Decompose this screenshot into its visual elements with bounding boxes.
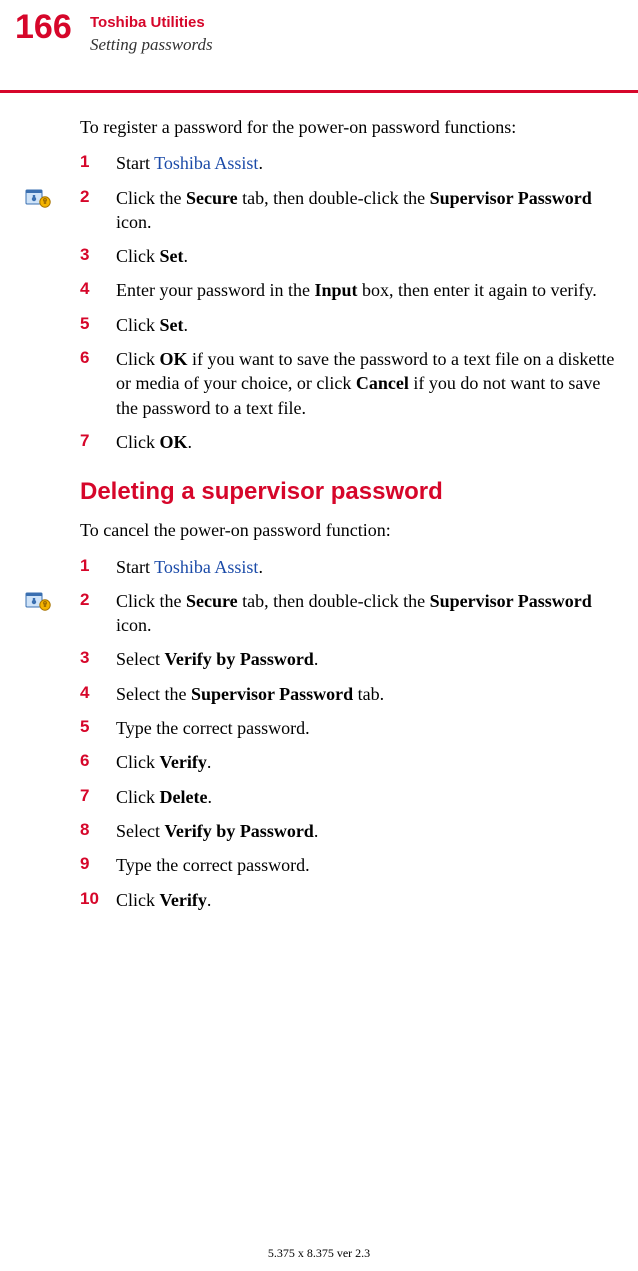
step-number: 6 xyxy=(80,750,116,774)
step-number: 2 xyxy=(80,589,116,638)
register-step-6: 6Click OK if you want to save the passwo… xyxy=(80,347,618,420)
header-rule xyxy=(0,90,638,93)
step-number: 7 xyxy=(80,430,116,454)
step-number: 5 xyxy=(80,716,116,740)
step-text: Start Toshiba Assist. xyxy=(116,555,618,579)
page-number: 166 xyxy=(15,8,72,47)
step-number: 1 xyxy=(80,151,116,175)
delete-step-10: 10Click Verify. xyxy=(80,888,618,912)
step-number: 10 xyxy=(80,888,116,912)
page-content: To register a password for the power-on … xyxy=(0,115,638,912)
step-text: Start Toshiba Assist. xyxy=(116,151,618,175)
page-header: 166 Toshiba Utilities Setting passwords xyxy=(0,0,638,85)
section-heading: Deleting a supervisor password xyxy=(80,478,618,506)
delete-step-6: 6Click Verify. xyxy=(80,750,618,774)
step-text: Click OK if you want to save the passwor… xyxy=(116,347,618,420)
step-text: Click Verify. xyxy=(116,750,618,774)
register-step-3: 3Click Set. xyxy=(80,244,618,268)
step-text: Click Delete. xyxy=(116,785,618,809)
intro2-text: To cancel the power-on password function… xyxy=(80,518,618,542)
supervisor-password-icon xyxy=(25,591,53,611)
intro-text: To register a password for the power-on … xyxy=(80,115,618,139)
step-number: 7 xyxy=(80,785,116,809)
step-number: 2 xyxy=(80,186,116,235)
delete-step-5: 5Type the correct password. xyxy=(80,716,618,740)
step-text: Select Verify by Password. xyxy=(116,647,618,671)
delete-step-7: 7Click Delete. xyxy=(80,785,618,809)
step-number: 8 xyxy=(80,819,116,843)
step-text: Click Set. xyxy=(116,244,618,268)
delete-step-9: 9Type the correct password. xyxy=(80,853,618,877)
step-number: 6 xyxy=(80,347,116,420)
header-title: Toshiba Utilities xyxy=(90,14,205,31)
link-toshiba-assist[interactable]: Toshiba Assist xyxy=(154,557,258,577)
delete-step-8: 8Select Verify by Password. xyxy=(80,819,618,843)
step-number: 5 xyxy=(80,313,116,337)
step-text: Type the correct password. xyxy=(116,853,618,877)
register-step-2: 2Click the Secure tab, then double-click… xyxy=(80,186,618,235)
step-number: 1 xyxy=(80,555,116,579)
steps-delete: 1Start Toshiba Assist.2Click the Secure … xyxy=(80,555,618,912)
footer-text: 5.375 x 8.375 ver 2.3 xyxy=(0,1246,638,1261)
register-step-4: 4Enter your password in the Input box, t… xyxy=(80,278,618,302)
step-number: 9 xyxy=(80,853,116,877)
step-text: Click OK. xyxy=(116,430,618,454)
register-step-1: 1Start Toshiba Assist. xyxy=(80,151,618,175)
header-subtitle: Setting passwords xyxy=(90,35,213,55)
delete-step-2: 2Click the Secure tab, then double-click… xyxy=(80,589,618,638)
step-text: Select Verify by Password. xyxy=(116,819,618,843)
supervisor-password-icon xyxy=(25,188,53,208)
step-text: Click the Secure tab, then double-click … xyxy=(116,589,618,638)
step-text: Select the Supervisor Password tab. xyxy=(116,682,618,706)
step-text: Click the Secure tab, then double-click … xyxy=(116,186,618,235)
delete-step-3: 3Select Verify by Password. xyxy=(80,647,618,671)
step-number: 3 xyxy=(80,647,116,671)
link-toshiba-assist[interactable]: Toshiba Assist xyxy=(154,153,258,173)
step-text: Click Verify. xyxy=(116,888,618,912)
step-text: Click Set. xyxy=(116,313,618,337)
steps-register: 1Start Toshiba Assist.2Click the Secure … xyxy=(80,151,618,454)
delete-step-1: 1Start Toshiba Assist. xyxy=(80,555,618,579)
step-number: 4 xyxy=(80,682,116,706)
step-text: Type the correct password. xyxy=(116,716,618,740)
register-step-5: 5Click Set. xyxy=(80,313,618,337)
step-number: 4 xyxy=(80,278,116,302)
step-number: 3 xyxy=(80,244,116,268)
register-step-7: 7Click OK. xyxy=(80,430,618,454)
delete-step-4: 4Select the Supervisor Password tab. xyxy=(80,682,618,706)
step-text: Enter your password in the Input box, th… xyxy=(116,278,618,302)
